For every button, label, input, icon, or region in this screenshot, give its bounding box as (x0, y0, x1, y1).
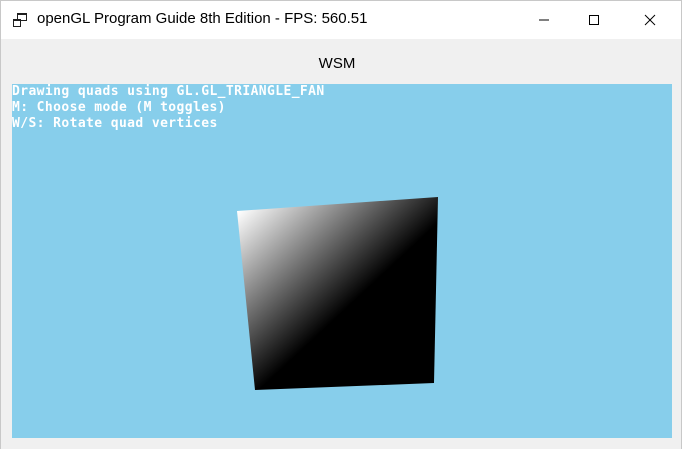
overlay-line-rotate: W/S: Rotate quad vertices (12, 116, 218, 131)
title-bar[interactable]: openGL Program Guide 8th Edition - FPS: … (1, 1, 681, 39)
main-window: openGL Program Guide 8th Edition - FPS: … (0, 0, 682, 449)
rendered-quad (237, 197, 438, 390)
window-title: openGL Program Guide 8th Edition - FPS: … (37, 10, 368, 27)
close-icon (644, 14, 656, 26)
client-area: WSM Drawing quads using GL.GL_TRIANGLE_F… (1, 39, 681, 449)
minimize-button[interactable] (521, 1, 567, 39)
maximize-button[interactable] (571, 1, 617, 39)
bottom-strip (1, 440, 681, 449)
overlay-line-mode-description: Drawing quads using GL.GL_TRIANGLE_FAN (12, 84, 325, 99)
close-button[interactable] (627, 1, 673, 39)
quad-shape (237, 197, 438, 390)
overlay-line-choose-mode: M: Choose mode (M toggles) (12, 100, 226, 115)
opengl-canvas[interactable]: Drawing quads using GL.GL_TRIANGLE_FAN M… (12, 84, 672, 438)
app-window-icon (13, 13, 27, 27)
maximize-icon (589, 15, 599, 25)
minimize-icon (539, 19, 549, 21)
panel-label: WSM (318, 55, 356, 72)
